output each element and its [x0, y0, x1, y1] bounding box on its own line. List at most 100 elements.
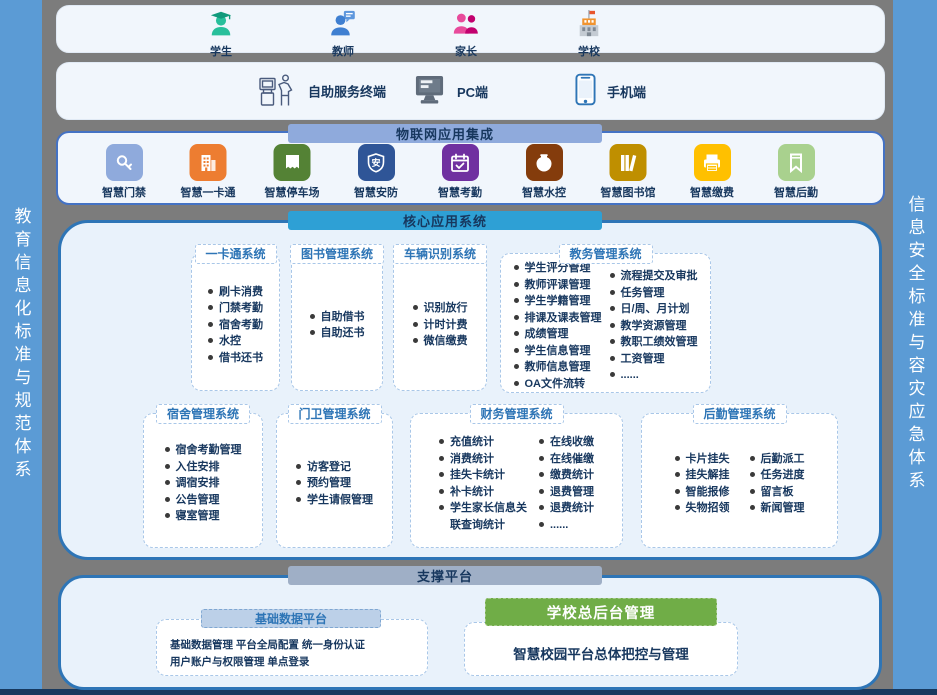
list-item: 退费管理 [539, 484, 594, 501]
list-item: 水控 [208, 333, 263, 350]
list-item: 工资管理 [610, 351, 698, 368]
user-label: 家长 [455, 43, 477, 59]
bullet-icon [165, 480, 170, 485]
list-item: 充值统计 [439, 434, 531, 451]
base-data-platform-title: 基础数据平台 [201, 609, 381, 628]
feature-list: 卡片挂失挂失解挂智能报修失物招领 [675, 451, 730, 517]
user-label: 学校 [578, 43, 600, 59]
bullet-icon [439, 489, 444, 494]
bullet-icon [208, 305, 213, 310]
system-box-dorm: 宿舍管理系统 宿舍考勤管理入住安排调宿安排公告管理寝室管理 [143, 413, 263, 548]
bullet-icon [165, 447, 170, 452]
bullet-icon [310, 314, 315, 319]
parents-icon [453, 10, 480, 42]
bullet-icon [413, 322, 418, 327]
bullet-icon [165, 497, 170, 502]
bullet-icon [296, 497, 301, 502]
terminal-label: PC端 [457, 82, 488, 101]
bullet-icon [514, 265, 519, 270]
right-security-sidebar: 信息安全标准与容灾应急体系 [893, 0, 937, 689]
iot-label: 智慧一卡通 [181, 184, 236, 200]
support-section-header: 支撑平台 [288, 566, 602, 585]
system-box-vehicle: 车辆识别系统 识别放行计时计费微信缴费 [393, 253, 487, 391]
user-label: 教师 [332, 43, 354, 59]
shield-icon: 安 [358, 144, 395, 181]
list-item: 成绩管理 [514, 326, 602, 343]
terminal-label: 手机端 [607, 82, 646, 101]
bullet-icon [610, 273, 615, 278]
bullet-icon [750, 472, 755, 477]
list-item: 教职工绩效管理 [610, 334, 698, 351]
list-item: 补卡统计 [439, 484, 531, 501]
bullet-icon [208, 355, 213, 360]
feature-list: 自助借书自助还书 [310, 309, 365, 342]
bullet-icon [208, 322, 213, 327]
iot-item-attendance: 智慧考勤 [438, 144, 482, 200]
terminal-item-mobile: 手机端 [575, 73, 646, 109]
bullet-icon [539, 522, 544, 527]
terminal-item-kiosk: 自助服务终端 [257, 72, 386, 111]
iot-label: 智慧水控 [522, 184, 566, 200]
system-box-body: 访客登记预约管理学生请假管理 [277, 414, 392, 547]
school-admin-box: 智慧校园平台总体把控与管理 [464, 622, 738, 676]
list-item: ...... [539, 517, 594, 534]
water-jar-icon [526, 144, 563, 181]
user-roles-panel: 学生 教师 家长 学校 [56, 5, 885, 53]
bullet-icon [413, 305, 418, 310]
list-item: 教师评课管理 [514, 277, 602, 294]
list-item: 刷卡消费 [208, 284, 263, 301]
list-item: 学生信息管理 [514, 343, 602, 360]
system-box-gate: 门卫管理系统 访客登记预约管理学生请假管理 [276, 413, 393, 548]
iot-label: 智慧停车场 [265, 184, 320, 200]
smart-campus-architecture-diagram: 教育信息化标准与规范体系 信息安全标准与容灾应急体系 学生 教师 家长 [0, 0, 937, 695]
left-standards-sidebar: 教育信息化标准与规范体系 [0, 0, 42, 689]
bullet-icon [439, 456, 444, 461]
books-icon [610, 144, 647, 181]
bullet-icon [514, 298, 519, 303]
bullet-icon [610, 339, 615, 344]
list-item: 计时计费 [413, 317, 468, 334]
iot-label: 智慧后勤 [774, 184, 818, 200]
core-section-header: 核心应用系统 [288, 211, 602, 230]
iot-label: 智慧考勤 [438, 184, 482, 200]
bullet-icon [675, 505, 680, 510]
phone-icon [575, 73, 596, 109]
list-item: 教学资源管理 [610, 318, 698, 335]
list-item: 缴费统计 [539, 467, 594, 484]
iot-label: 智慧门禁 [102, 184, 146, 200]
ticket-icon [274, 144, 311, 181]
list-item: 微信缴费 [413, 333, 468, 350]
system-box-title: 宿舍管理系统 [156, 404, 250, 424]
feature-list: 后勤派工任务进度留言板新闻管理 [750, 451, 805, 517]
system-box-title: 门卫管理系统 [287, 404, 381, 424]
list-item: 后勤派工 [750, 451, 805, 468]
list-item: 自助借书 [310, 309, 365, 326]
list-item: 自助还书 [310, 325, 365, 342]
list-item: 门禁考勤 [208, 300, 263, 317]
bullet-icon [750, 505, 755, 510]
list-item: ...... [610, 367, 698, 384]
feature-list: 访客登记预约管理学生请假管理 [296, 459, 373, 509]
bullet-icon [610, 356, 615, 361]
core-systems-panel: 一卡通系统 刷卡消费门禁考勤宿舍考勤水控借书还书 图书管理系统 自助借书自助还书… [58, 220, 882, 560]
system-box-title: 一卡通系统 [194, 244, 276, 264]
list-item: 预约管理 [296, 475, 373, 492]
bullet-icon [208, 338, 213, 343]
bullet-icon [539, 505, 544, 510]
base-platform-line1: 基础数据管理 平台全局配置 统一身份认证 [170, 637, 427, 654]
iot-section-header: 物联网应用集成 [288, 124, 602, 143]
system-box-body: 学生评分管理教师评课管理学生学籍管理排课及课表管理成绩管理学生信息管理教师信息管… [501, 254, 710, 392]
bullet-icon [750, 456, 755, 461]
list-item: 在线催缴 [539, 451, 594, 468]
school-admin-desc: 智慧校园平台总体把控与管理 [513, 643, 689, 663]
list-item: 排课及课表管理 [514, 310, 602, 327]
pc-icon [413, 74, 446, 108]
bullet-icon [514, 315, 519, 320]
user-item-school: 学校 [575, 10, 604, 59]
bullet-icon [539, 472, 544, 477]
bullet-icon [675, 456, 680, 461]
bullet-icon [539, 456, 544, 461]
list-item: 流程提交及审批 [610, 268, 698, 285]
list-item: 借书还书 [208, 350, 263, 367]
iot-item-onecard: 智慧一卡通 [181, 144, 236, 200]
